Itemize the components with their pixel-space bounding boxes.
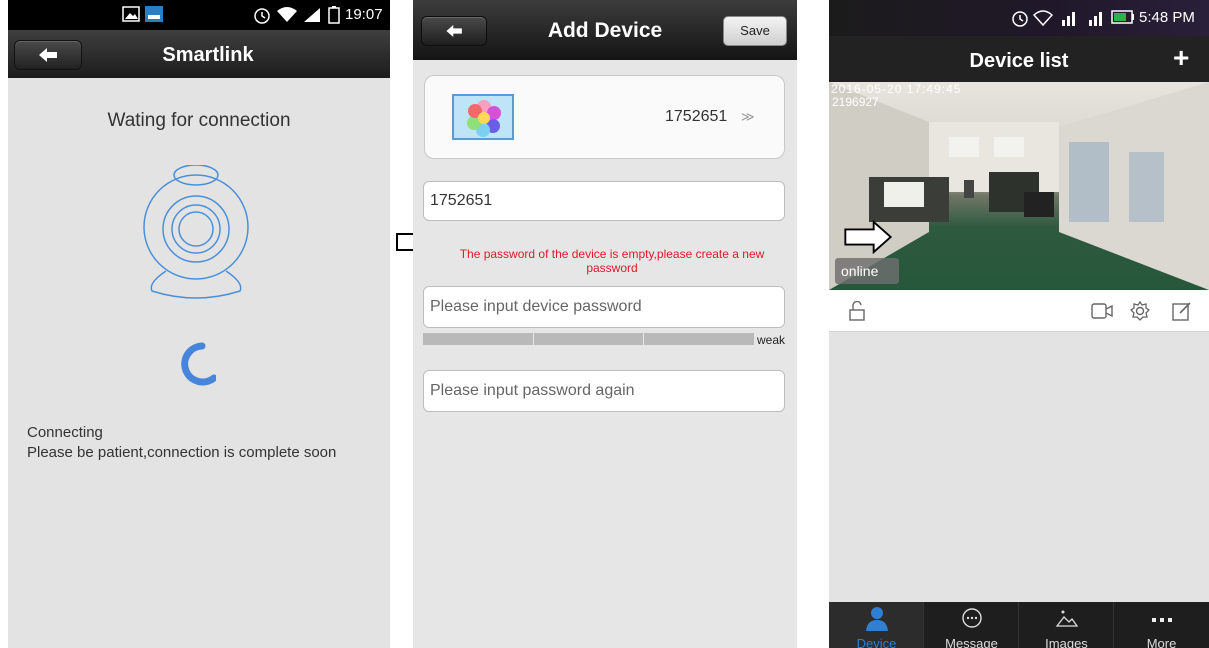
signal-icon: [304, 8, 320, 22]
strength-segment: [534, 333, 643, 345]
device-id-field[interactable]: 1752651: [423, 181, 785, 221]
loading-spinner-icon: [181, 342, 216, 386]
add-device-button[interactable]: +: [1173, 42, 1189, 74]
video-camera-icon[interactable]: [1091, 303, 1113, 319]
webcam-icon: [143, 165, 249, 299]
camera-preview[interactable]: 2016-05-20 17:49:45 2196927 online: [829, 82, 1209, 290]
status-time: 19:07: [345, 6, 383, 23]
status-bar: 19:07: [8, 0, 390, 30]
password-input[interactable]: Please input device password: [423, 286, 785, 328]
nav-bar: Add Device Save: [413, 0, 797, 60]
strength-segment: [423, 333, 533, 345]
tab-images[interactable]: Images: [1019, 602, 1114, 648]
device-card[interactable]: 1752651 ≫: [424, 75, 785, 159]
gear-icon[interactable]: [1130, 301, 1150, 321]
tab-label: More: [1146, 636, 1177, 648]
battery-icon: [1111, 10, 1134, 24]
signal-2g-icon: [1089, 12, 1102, 26]
waiting-text: Wating for connection: [107, 110, 291, 131]
message-icon: [962, 608, 982, 628]
flower-icon: [467, 100, 501, 137]
nav-bar: Device list +: [829, 36, 1209, 82]
unlock-icon[interactable]: [849, 301, 865, 321]
battery-icon: [328, 6, 340, 24]
add-device-screen: Add Device Save 1752651 ≫ 1752651 The pa…: [413, 0, 797, 648]
connecting-title: Connecting: [27, 424, 103, 441]
app-icon: [145, 6, 163, 22]
tab-device[interactable]: Device: [829, 602, 924, 648]
more-icon: [1152, 618, 1172, 622]
gallery-icon: [122, 6, 140, 22]
error-message: The password of the device is empty,plea…: [459, 247, 765, 275]
strength-label: weak: [757, 333, 786, 347]
device-controls: [829, 290, 1209, 332]
confirm-password-input[interactable]: Please input password again: [423, 370, 785, 412]
wifi-icon: [277, 7, 297, 22]
device-id-label: 1752651: [665, 108, 728, 125]
page-title: Smartlink: [162, 44, 254, 66]
tab-message[interactable]: Message: [924, 602, 1019, 648]
bottom-tab-bar: Device Message Images More: [829, 602, 1209, 648]
connecting-hint: Please be patient,connection is complete…: [27, 444, 337, 461]
wifi-icon: [1033, 10, 1053, 27]
smartlink-screen: 19:07 Smartlink Wating for connection Co…: [8, 0, 390, 648]
status-time: 5:48 PM: [1139, 9, 1195, 26]
connecting-message: Connecting Please be patient,connection …: [27, 423, 336, 463]
person-icon: [866, 607, 888, 631]
alarm-icon: [254, 8, 270, 24]
tab-label: Device: [856, 636, 897, 648]
nav-bar: Smartlink: [8, 30, 390, 78]
tab-more[interactable]: More: [1114, 602, 1209, 648]
chevron-right-icon: ≫: [741, 109, 755, 124]
device-thumbnail: [452, 94, 514, 140]
status-badge: online: [835, 258, 899, 284]
image-icon: [1055, 610, 1079, 627]
tab-label: Images: [1045, 636, 1088, 648]
edit-icon[interactable]: [1172, 301, 1192, 321]
page-title: Device list: [969, 50, 1069, 72]
device-id-label: 2196927: [832, 95, 879, 109]
strength-segment: [644, 333, 754, 345]
tab-label: Message: [945, 636, 998, 648]
save-button[interactable]: Save: [723, 16, 787, 46]
device-list-screen: 5:48 PM Device list + 2016-05-20 17:49:4…: [829, 0, 1209, 648]
status-bar: 5:48 PM: [829, 0, 1209, 36]
video-timestamp: 2016-05-20 17:49:45: [831, 82, 962, 96]
callout-arrow-icon: [844, 220, 893, 254]
signal-4g-icon: [1062, 12, 1075, 26]
alarm-icon: [1012, 11, 1028, 27]
